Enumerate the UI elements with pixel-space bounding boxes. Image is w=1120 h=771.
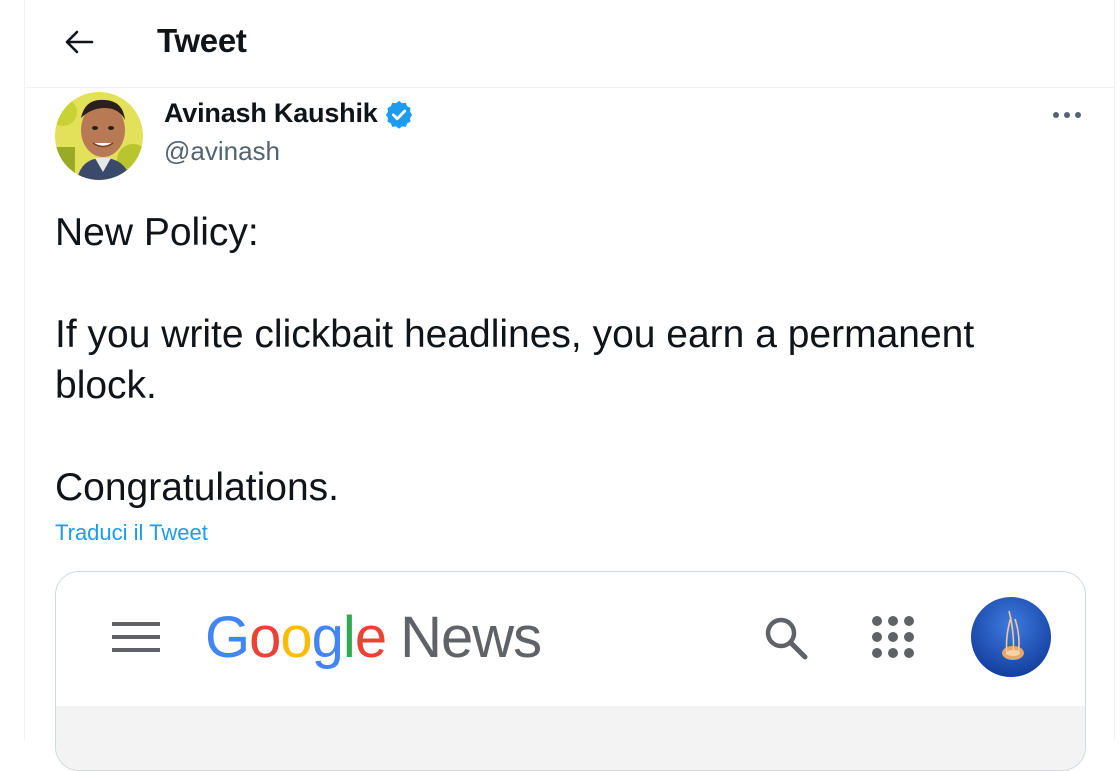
author-handle[interactable]: @avinash	[164, 136, 280, 167]
author-name-row: Avinash Kaushik	[164, 98, 414, 129]
apps-grid-icon	[872, 616, 914, 658]
back-button[interactable]	[57, 22, 101, 62]
account-avatar	[971, 597, 1051, 677]
top-bar: Tweet	[25, 0, 1114, 88]
page-title: Tweet	[157, 22, 247, 59]
news-wordmark: News	[400, 605, 542, 670]
google-wordmark: Google	[205, 605, 387, 670]
author-name[interactable]: Avinash Kaushik	[164, 98, 378, 129]
arrow-left-icon	[65, 30, 94, 54]
google-news-content-area	[56, 706, 1085, 770]
more-horizontal-icon	[1053, 112, 1081, 118]
verified-badge-icon	[385, 100, 412, 129]
tweet-column: Tweet Avinash Kaushik @avinash New Polic…	[24, 0, 1115, 771]
translate-tweet-link[interactable]: Traduci il Tweet	[55, 520, 208, 546]
google-news-logo: Google News	[205, 604, 542, 671]
author-avatar[interactable]	[55, 92, 143, 180]
more-options-button[interactable]	[1047, 100, 1087, 130]
hamburger-menu-icon	[112, 622, 160, 652]
tweet-text: New Policy: If you write clickbait headl…	[55, 211, 975, 509]
tweet-media-card[interactable]: Google News	[55, 571, 1086, 771]
search-icon	[765, 617, 808, 660]
google-news-toolbar: Google News	[56, 572, 1085, 706]
